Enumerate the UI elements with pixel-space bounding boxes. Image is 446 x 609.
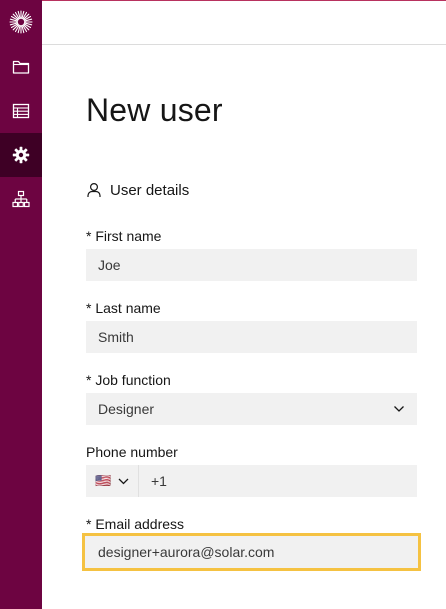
- top-header-bar: [42, 1, 446, 45]
- chevron-down-icon: [394, 406, 404, 412]
- first-name-label: * First name: [86, 228, 162, 244]
- phone-number-group: 🇺🇸: [86, 465, 417, 497]
- gear-icon: [12, 146, 30, 164]
- sunburst-logo-icon[interactable]: [0, 0, 42, 44]
- section-header: User details: [86, 180, 189, 200]
- sidebar-item-table[interactable]: [0, 89, 42, 133]
- section-title: User details: [110, 181, 190, 199]
- sidebar-item-settings[interactable]: [0, 133, 42, 177]
- phone-number-label: Phone number: [86, 444, 178, 460]
- chevron-down-icon: [118, 478, 129, 484]
- sidebar: [0, 0, 42, 609]
- sidebar-item-hierarchy[interactable]: [0, 177, 42, 221]
- country-code-select[interactable]: 🇺🇸: [86, 465, 138, 497]
- email-address-label: * Email address: [86, 516, 185, 532]
- last-name-field[interactable]: [86, 321, 417, 353]
- job-function-value: Designer: [98, 401, 155, 417]
- user-icon: [87, 182, 101, 197]
- folder-icon: [12, 60, 30, 74]
- email-field-highlight: [82, 533, 421, 571]
- us-flag-icon: 🇺🇸: [95, 473, 112, 488]
- hierarchy-icon: [12, 190, 30, 208]
- page-title: New user: [86, 92, 223, 128]
- first-name-field[interactable]: [86, 249, 417, 281]
- last-name-label: * Last name: [86, 300, 161, 316]
- job-function-label: * Job function: [86, 372, 171, 388]
- email-field[interactable]: [85, 536, 418, 568]
- job-function-select[interactable]: Designer: [86, 393, 417, 425]
- app-root: New user User details * First name * Las…: [0, 0, 446, 609]
- table-icon: [12, 103, 30, 119]
- phone-number-field[interactable]: [139, 465, 417, 497]
- sidebar-item-files[interactable]: [0, 45, 42, 89]
